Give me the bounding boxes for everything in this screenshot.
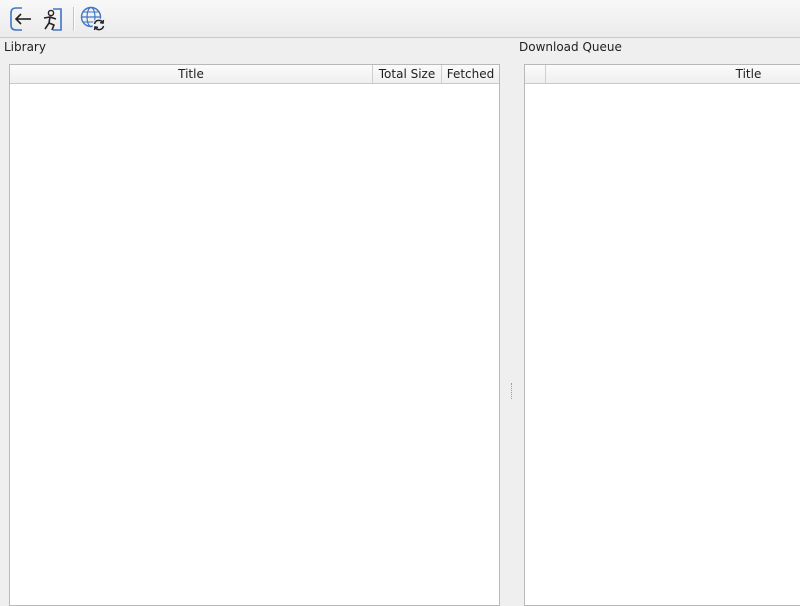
person-button[interactable]: [38, 5, 66, 33]
download-queue-table[interactable]: Title: [524, 64, 800, 606]
download-queue-label: Download Queue: [519, 40, 622, 54]
refresh-catalog-button[interactable]: [79, 5, 107, 33]
splitter-handle[interactable]: [511, 383, 513, 399]
library-table-header: Title Total Size Fetched: [10, 65, 499, 84]
library-table[interactable]: Title Total Size Fetched: [9, 64, 500, 606]
toolbar-separator: [73, 7, 74, 31]
toolbar: [0, 0, 800, 38]
globe-refresh-icon: [80, 6, 106, 32]
back-icon: [10, 7, 31, 31]
column-header-total-size[interactable]: Total Size: [373, 65, 442, 83]
column-header-title[interactable]: Title: [10, 65, 373, 83]
library-label: Library: [4, 40, 46, 54]
column-header-fetched[interactable]: Fetched: [442, 65, 499, 83]
column-header-title[interactable]: Title: [546, 65, 800, 83]
person-icon: [43, 8, 62, 31]
back-button[interactable]: [6, 5, 34, 33]
download-queue-table-header: Title: [525, 65, 800, 84]
column-header-status[interactable]: [525, 65, 546, 83]
